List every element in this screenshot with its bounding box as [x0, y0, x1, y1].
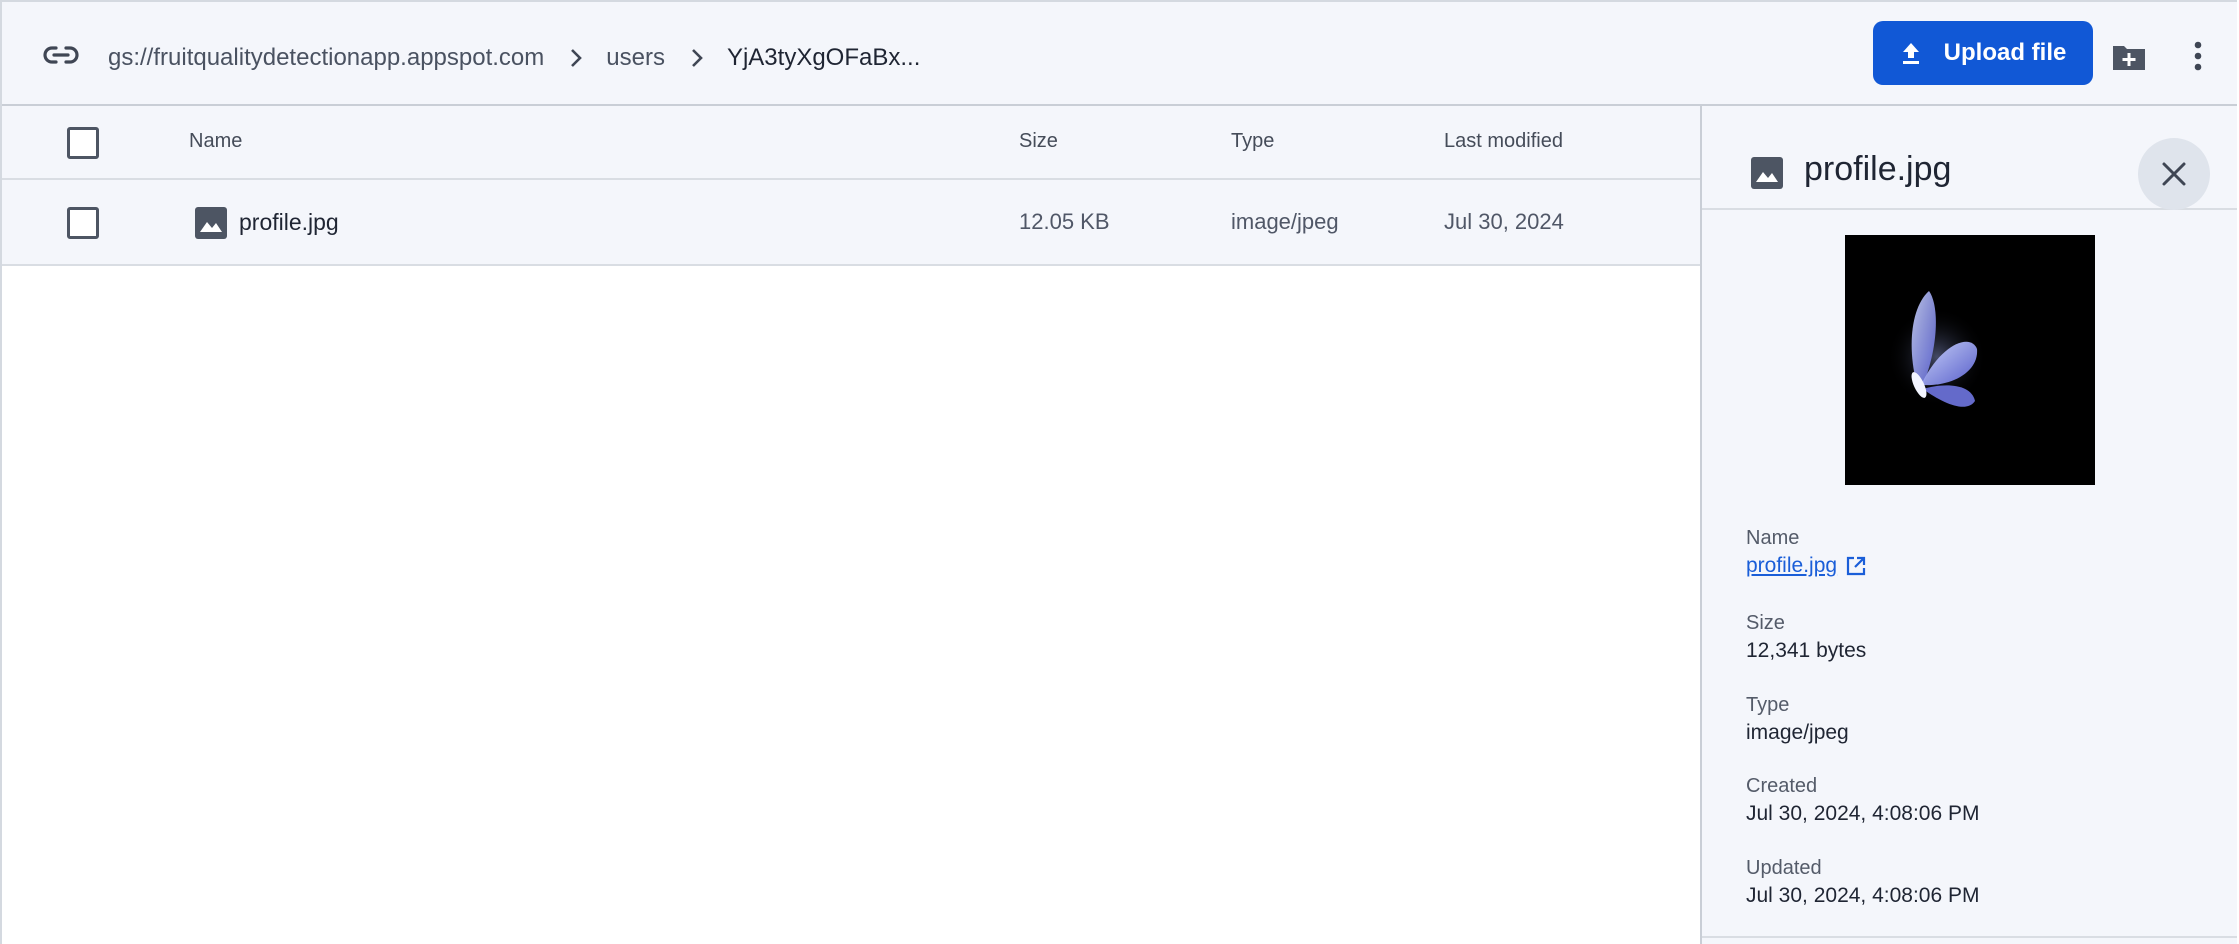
updated-label: Updated — [1746, 857, 1822, 879]
chevron-right-icon — [692, 49, 703, 67]
header-last-modified[interactable]: Last modified — [1444, 130, 1563, 153]
close-details-button[interactable] — [2138, 138, 2210, 210]
select-all-checkbox[interactable] — [67, 127, 99, 159]
name-label: Name — [1746, 527, 1800, 549]
created-label: Created — [1746, 775, 1818, 797]
close-icon — [2162, 162, 2186, 186]
size-label: Size — [1746, 612, 1785, 634]
breadcrumb-user-id[interactable]: YjA3tyXgOFaBx... — [727, 44, 920, 72]
size-value: 12,341 bytes — [1746, 639, 1867, 662]
image-preview — [1845, 235, 2095, 485]
breadcrumb: gs://fruitqualitydetectionapp.appspot.co… — [108, 38, 920, 78]
image-icon — [195, 207, 227, 239]
type-label: Type — [1746, 694, 1790, 716]
details-title: profile.jpg — [1804, 150, 1952, 188]
table-row[interactable]: profile.jpg 12.05 KB image/jpeg Jul 30, … — [2, 180, 1700, 266]
file-name[interactable]: profile.jpg — [239, 209, 339, 236]
created-value: Jul 30, 2024, 4:08:06 PM — [1746, 802, 1980, 825]
chevron-right-icon — [571, 49, 583, 67]
meta-type: Type image/jpeg — [1746, 694, 1849, 745]
new-folder-icon[interactable] — [2111, 42, 2147, 72]
link-icon[interactable] — [42, 40, 80, 70]
row-checkbox[interactable] — [67, 207, 99, 239]
file-last-modified: Jul 30, 2024 — [1444, 209, 1564, 234]
top-bar: gs://fruitqualitydetectionapp.appspot.co… — [2, 2, 2237, 106]
updated-value: Jul 30, 2024, 4:08:06 PM — [1746, 884, 1980, 907]
more-vert-icon[interactable] — [2187, 38, 2209, 74]
meta-size: Size 12,341 bytes — [1746, 612, 1866, 663]
file-type: image/jpeg — [1231, 209, 1339, 234]
file-table: Name Size Type Last modified profile.jpg… — [2, 106, 1700, 266]
details-header: profile.jpg — [1702, 106, 2237, 210]
upload-file-button[interactable]: Upload file — [1873, 21, 2093, 85]
header-name[interactable]: Name — [189, 130, 242, 153]
upload-file-label: Upload file — [1943, 39, 2067, 66]
meta-name: Name profile.jpg — [1746, 527, 1867, 578]
table-header: Name Size Type Last modified — [2, 106, 1700, 180]
header-size[interactable]: Size — [1019, 130, 1058, 153]
file-download-link[interactable]: profile.jpg — [1746, 554, 1867, 578]
name-value[interactable]: profile.jpg — [1746, 554, 1837, 578]
open-in-new-icon[interactable] — [1845, 555, 1867, 577]
butterfly-image — [1887, 291, 1987, 407]
upload-icon — [1902, 43, 1919, 64]
file-size: 12.05 KB — [1019, 209, 1110, 234]
divider — [1702, 936, 2237, 938]
breadcrumb-users[interactable]: users — [606, 44, 665, 72]
file-details-panel: profile.jpg Name profile.jpg Size 12,341… — [1700, 106, 2237, 944]
breadcrumb-bucket[interactable]: gs://fruitqualitydetectionapp.appspot.co… — [108, 44, 544, 72]
meta-updated: Updated Jul 30, 2024, 4:08:06 PM — [1746, 857, 1980, 908]
meta-created: Created Jul 30, 2024, 4:08:06 PM — [1746, 775, 1980, 826]
storage-browser: gs://fruitqualitydetectionapp.appspot.co… — [0, 0, 2237, 944]
image-icon — [1751, 157, 1783, 189]
type-value: image/jpeg — [1746, 721, 1849, 744]
header-type[interactable]: Type — [1231, 130, 1274, 153]
